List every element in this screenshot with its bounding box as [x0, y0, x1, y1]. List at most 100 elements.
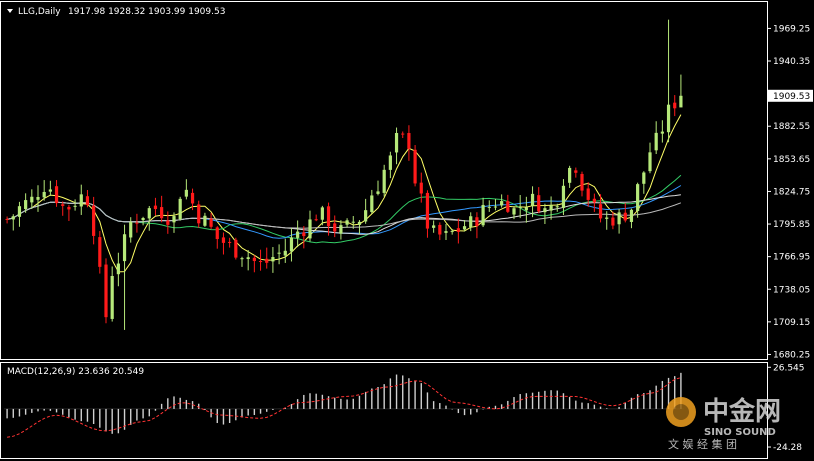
candle-body: [537, 195, 541, 212]
candle-body: [296, 231, 300, 238]
candle-body: [92, 205, 96, 236]
candle-body: [438, 224, 442, 235]
candle-body: [48, 189, 52, 192]
candle-body: [636, 184, 640, 212]
candle-body: [147, 208, 151, 219]
candle-body: [623, 212, 627, 221]
current-price-label: 1909.53: [773, 92, 810, 102]
price-tick-label: 1940.35: [773, 57, 810, 67]
candle-body: [605, 217, 609, 219]
candle-body: [660, 131, 664, 134]
candle-body: [271, 257, 275, 262]
price-tick-label: 1795.85: [773, 220, 810, 230]
logo-emblem-inner-icon: [673, 404, 689, 420]
candle-body: [506, 201, 510, 212]
candle-body: [5, 218, 9, 220]
candle-body: [444, 231, 448, 233]
watermark-sub: 文 娱 经 集 团: [668, 437, 737, 451]
candle-body: [629, 209, 634, 222]
candle-body: [530, 193, 535, 206]
candle-body: [54, 186, 59, 204]
candle-body: [265, 258, 269, 263]
candle-body: [425, 192, 430, 229]
ma-silver-line: [6, 201, 682, 229]
candle-body: [357, 221, 362, 225]
triangle-down-icon[interactable]: [7, 9, 13, 13]
candle-body: [351, 221, 355, 223]
candle-body: [339, 225, 343, 234]
candle-body: [314, 219, 318, 221]
candle-body: [258, 261, 263, 263]
candle-body: [543, 208, 547, 213]
candle-body: [209, 218, 213, 227]
ma-fast-line: [6, 114, 682, 273]
candle-body: [481, 204, 485, 226]
candle-body: [166, 220, 170, 225]
candle-body: [586, 188, 590, 200]
candle-body: [85, 196, 90, 206]
candle-body: [561, 185, 566, 208]
chart-header: LLG,Daily 1917.98 1928.32 1903.99 1909.5…: [7, 7, 225, 17]
candle-body: [17, 206, 22, 217]
candle-body: [252, 257, 256, 262]
candle-body: [574, 170, 578, 173]
candle-body: [555, 206, 559, 208]
candle-body: [98, 237, 102, 267]
candle-body: [333, 223, 337, 232]
watermark-en: SINO SOUND: [704, 427, 776, 438]
price-tick-label: 1680.25: [773, 350, 810, 360]
price-tick-label: 1882.55: [773, 122, 810, 132]
candle-body: [153, 205, 158, 210]
candle-body: [592, 198, 596, 203]
candle-body: [135, 222, 139, 224]
candle-body: [654, 132, 658, 151]
candle-body: [104, 264, 108, 318]
candle-body: [320, 207, 324, 220]
candle-body: [388, 155, 392, 170]
candlestick-series: [5, 19, 683, 330]
candle-body: [642, 172, 646, 184]
price-tick-label: 1766.95: [773, 253, 810, 263]
chart-canvas[interactable]: LLG,Daily 1917.98 1928.32 1903.99 1909.5…: [0, 0, 814, 461]
macd-tick-label: 26.545: [773, 363, 805, 373]
candle-body: [419, 182, 423, 194]
candle-body: [234, 239, 238, 258]
candle-body: [289, 237, 294, 252]
macd-signal-line: [7, 377, 682, 438]
symbol-label: LLG,Daily: [18, 7, 61, 17]
candle-body: [67, 206, 71, 210]
candle-body: [376, 191, 380, 194]
candle-body: [160, 207, 164, 219]
candle-body: [141, 218, 145, 221]
macd-tick-label: -24.28: [773, 443, 802, 453]
candle-body: [487, 206, 491, 208]
candle-body: [24, 200, 28, 210]
candle-body: [673, 102, 677, 109]
candle-body: [110, 275, 114, 319]
price-tick-label: 1853.65: [773, 155, 810, 165]
candle-body: [184, 189, 188, 197]
candle-body: [648, 152, 652, 172]
candle-body: [432, 225, 436, 228]
candle-body: [116, 263, 120, 275]
candle-body: [598, 204, 603, 219]
candle-body: [283, 250, 287, 256]
candle-body: [302, 232, 306, 237]
price-tick-label: 1738.05: [773, 285, 810, 295]
price-axis: 1969.25 1940.35 1882.55 1853.65 1824.75 1795.…: [767, 24, 813, 360]
candle-body: [469, 216, 473, 228]
candle-body: [394, 132, 399, 153]
candle-body: [413, 149, 417, 184]
candle-body: [122, 234, 127, 262]
macd-histogram: [4, 372, 684, 434]
candle-body: [11, 216, 15, 220]
candle-body: [203, 215, 207, 226]
candle-body: [61, 204, 65, 206]
ohlc-readout: 1917.98 1928.32 1903.99 1909.53: [68, 7, 225, 17]
candle-body: [197, 204, 201, 224]
macd-label: MACD(12,26,9) 23.636 20.549: [7, 367, 144, 377]
candle-body: [524, 207, 528, 211]
candle-body: [666, 104, 671, 133]
price-tick-label: 1709.15: [773, 318, 810, 328]
candle-body: [326, 206, 331, 227]
